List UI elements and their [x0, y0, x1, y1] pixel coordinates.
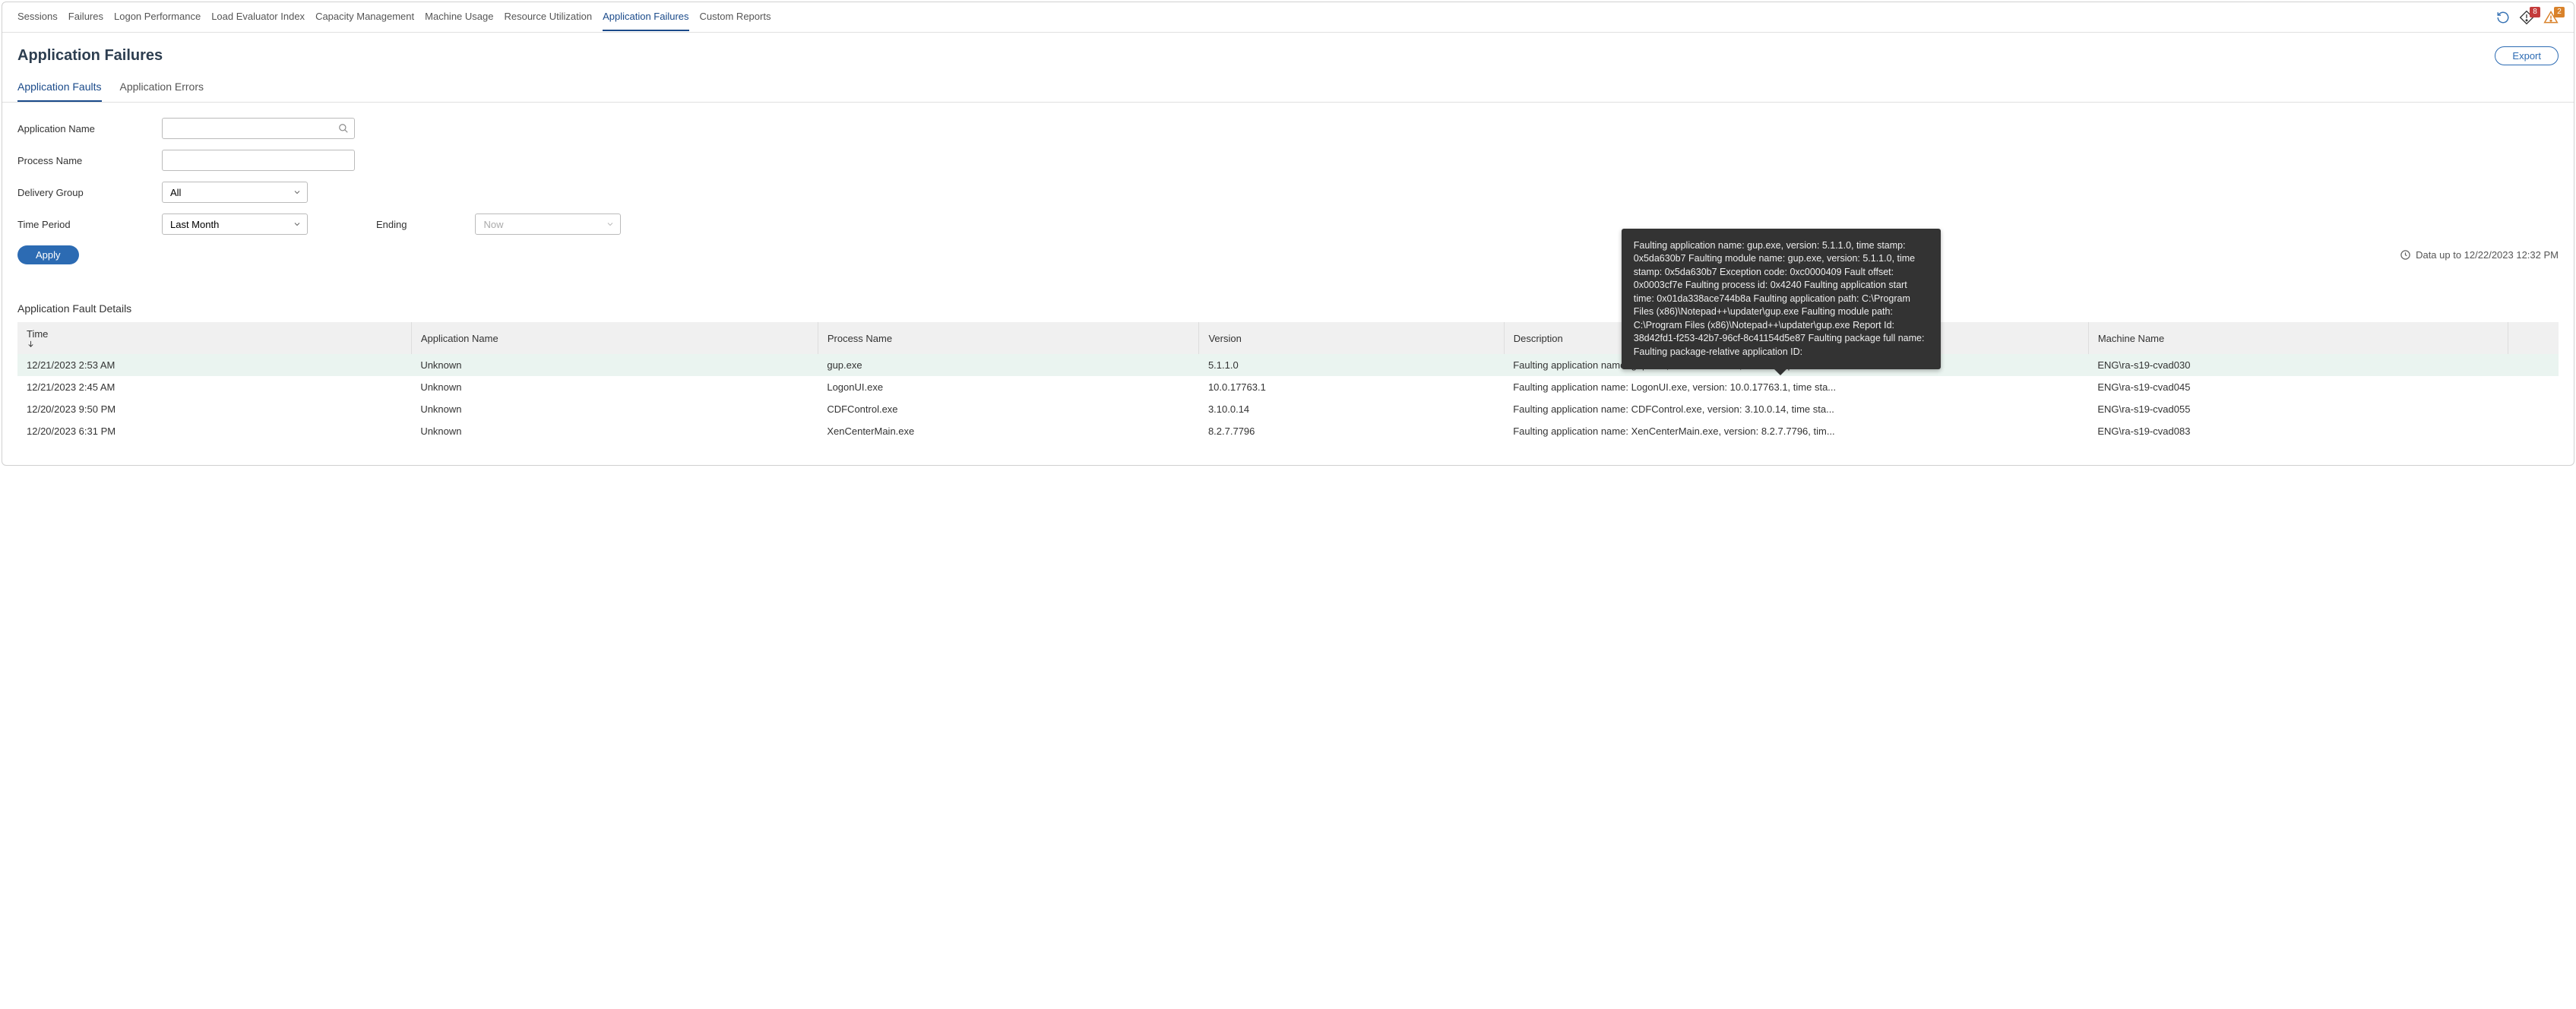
- col-application-name[interactable]: Application Name: [411, 322, 818, 354]
- cell-time: 12/20/2023 9:50 PM: [17, 398, 411, 420]
- cell-process: XenCenterMain.exe: [818, 420, 1199, 442]
- cell-desc: Faulting application name: LogonUI.exe, …: [1504, 376, 2088, 398]
- table-row[interactable]: 12/21/2023 2:53 AMUnknowngup.exe5.1.1.0F…: [17, 354, 2559, 376]
- cell-time: 12/20/2023 6:31 PM: [17, 420, 411, 442]
- cell-machine: ENG\ra-s19-cvad030: [2088, 354, 2508, 376]
- cell-process: gup.exe: [818, 354, 1199, 376]
- delivery-group-label: Delivery Group: [17, 187, 162, 198]
- data-upto: Data up to 12/22/2023 12:32 PM: [2400, 249, 2559, 261]
- top-nav: Sessions Failures Logon Performance Load Ev…: [2, 2, 2574, 33]
- table-row[interactable]: 12/20/2023 9:50 PMUnknownCDFControl.exe3…: [17, 398, 2559, 420]
- cell-desc: Faulting application name: XenCenterMain…: [1504, 420, 2088, 442]
- cell-version: 3.10.0.14: [1199, 398, 1504, 420]
- refresh-icon[interactable]: [2496, 11, 2510, 24]
- cell-process: LogonUI.exe: [818, 376, 1199, 398]
- cell-version: 5.1.1.0: [1199, 354, 1504, 376]
- alert-badge: 8: [2530, 7, 2540, 17]
- cell-machine: ENG\ra-s19-cvad055: [2088, 398, 2508, 420]
- col-time[interactable]: Time: [17, 322, 411, 354]
- cell-version: 8.2.7.7796: [1199, 420, 1504, 442]
- nav-tab-load-evaluator-index[interactable]: Load Evaluator Index: [211, 3, 305, 31]
- time-period-select[interactable]: [162, 214, 308, 235]
- nav-tab-application-failures[interactable]: Application Failures: [603, 3, 688, 31]
- alert-diamond-icon[interactable]: 8: [2519, 10, 2534, 25]
- sub-tab-application-faults[interactable]: Application Faults: [17, 73, 102, 102]
- nav-tab-failures[interactable]: Failures: [68, 3, 103, 31]
- cell-version: 10.0.17763.1: [1199, 376, 1504, 398]
- export-button[interactable]: Export: [2495, 46, 2559, 65]
- sub-tabs: Application Faults Application Errors: [2, 73, 2574, 103]
- app-name-label: Application Name: [17, 123, 162, 134]
- warning-badge: 2: [2554, 7, 2565, 17]
- nav-tab-machine-usage[interactable]: Machine Usage: [425, 3, 493, 31]
- process-name-input[interactable]: [162, 150, 355, 171]
- cell-time: 12/21/2023 2:45 AM: [17, 376, 411, 398]
- col-process-name[interactable]: Process Name: [818, 322, 1199, 354]
- cell-app: Unknown: [411, 354, 818, 376]
- cell-app: Unknown: [411, 420, 818, 442]
- cell-time: 12/21/2023 2:53 AM: [17, 354, 411, 376]
- description-tooltip: Faulting application name: gup.exe, vers…: [1622, 229, 1941, 370]
- clock-icon: [2400, 249, 2411, 261]
- col-machine-name[interactable]: Machine Name: [2088, 322, 2508, 354]
- cell-machine: ENG\ra-s19-cvad083: [2088, 420, 2508, 442]
- cell-app: Unknown: [411, 376, 818, 398]
- table-row[interactable]: 12/20/2023 6:31 PMUnknownXenCenterMain.e…: [17, 420, 2559, 442]
- process-name-label: Process Name: [17, 155, 162, 166]
- sub-tab-application-errors[interactable]: Application Errors: [120, 73, 204, 102]
- nav-tab-resource-utilization[interactable]: Resource Utilization: [504, 3, 592, 31]
- nav-tab-sessions[interactable]: Sessions: [17, 3, 58, 31]
- ending-select[interactable]: [475, 214, 621, 235]
- time-period-label: Time Period: [17, 219, 162, 230]
- fault-table: TimeApplication NameProcess NameVersionD…: [17, 322, 2559, 442]
- ending-label: Ending: [376, 219, 407, 230]
- warning-triangle-icon[interactable]: 2: [2543, 10, 2559, 25]
- table-row[interactable]: 12/21/2023 2:45 AMUnknownLogonUI.exe10.0…: [17, 376, 2559, 398]
- nav-tab-capacity-management[interactable]: Capacity Management: [315, 3, 414, 31]
- nav-tab-custom-reports[interactable]: Custom Reports: [700, 3, 771, 31]
- sort-desc-icon: [27, 340, 402, 348]
- cell-machine: ENG\ra-s19-cvad045: [2088, 376, 2508, 398]
- nav-tab-logon-performance[interactable]: Logon Performance: [114, 3, 201, 31]
- col-version[interactable]: Version: [1199, 322, 1504, 354]
- delivery-group-select[interactable]: [162, 182, 308, 203]
- cell-desc: Faulting application name: CDFControl.ex…: [1504, 398, 2088, 420]
- details-title: Application Fault Details: [2, 280, 2574, 322]
- apply-button[interactable]: Apply: [17, 245, 79, 264]
- cell-process: CDFControl.exe: [818, 398, 1199, 420]
- app-name-input[interactable]: [162, 118, 355, 139]
- cell-app: Unknown: [411, 398, 818, 420]
- page-title: Application Failures: [17, 47, 163, 65]
